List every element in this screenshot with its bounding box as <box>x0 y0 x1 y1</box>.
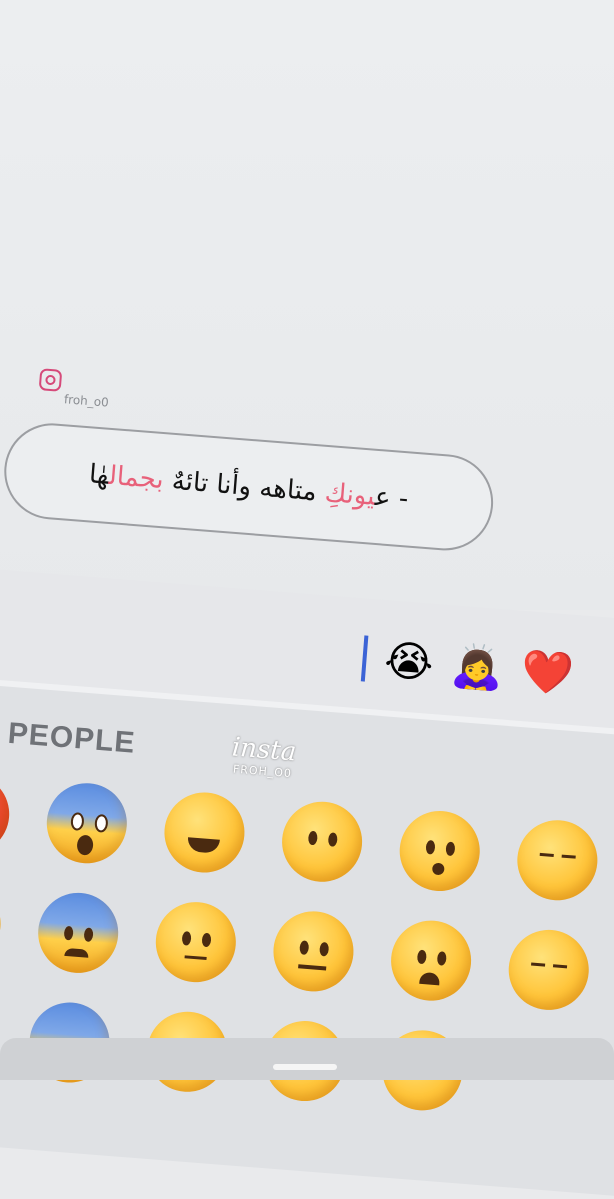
home-indicator[interactable] <box>273 1064 337 1070</box>
neutral-face-emoji-icon[interactable] <box>270 908 357 995</box>
sleeping-face-emoji-icon[interactable] <box>514 817 601 904</box>
drooling-face-emoji-icon[interactable] <box>505 926 592 1013</box>
instagram-icon <box>38 368 63 392</box>
emoji-section-title: S & PEOPLE <box>0 712 137 760</box>
insta-watermark: insta FROH_O0 <box>206 731 320 799</box>
crying-face-emoji-icon: 😭 <box>382 635 436 688</box>
instagram-watermark: froh_o0 <box>37 362 131 419</box>
exploding-head-emoji-icon[interactable] <box>0 880 4 967</box>
red-heart-emoji-icon: ❤️ <box>519 645 576 699</box>
screaming-face-emoji-icon[interactable] <box>43 780 130 867</box>
watermark-handle: froh_o0 <box>63 392 110 410</box>
message-segment: - ع <box>374 481 410 515</box>
bottom-bar <box>0 1038 614 1080</box>
message-segment: متاهه وأنا تائهٌ <box>162 465 327 508</box>
bowing-woman-emoji-icon: 🙇‍♀️ <box>449 640 506 694</box>
emoji-keyboard: S & PEOPLE insta FROH_O0 <box>0 674 614 1199</box>
message-segment: هٰا <box>87 459 111 491</box>
message-bubble[interactable]: - عيونكِ متاهه وأنا تائهٌ بجمالهٰا <box>0 419 497 554</box>
tilted-screen: froh_o0 - عيونكِ متاهه وأنا تائهٌ بجماله… <box>0 0 614 1199</box>
cursing-face-emoji-icon[interactable] <box>0 770 13 857</box>
anxious-face-emoji-icon[interactable] <box>35 889 122 976</box>
message-text: - عيونكِ متاهه وأنا تائهٌ بجمالهٰا <box>88 459 409 514</box>
frowning-face-emoji-icon[interactable] <box>388 917 475 1004</box>
hushed-face-emoji-icon[interactable] <box>396 807 483 895</box>
message-segment-highlight: يونكِ <box>323 477 377 512</box>
face-without-mouth-emoji-icon[interactable] <box>279 798 366 885</box>
thinking-face-emoji-icon[interactable] <box>152 899 239 986</box>
message-segment-highlight: بجمال <box>107 460 165 496</box>
hugging-face-emoji-icon[interactable] <box>161 789 248 876</box>
